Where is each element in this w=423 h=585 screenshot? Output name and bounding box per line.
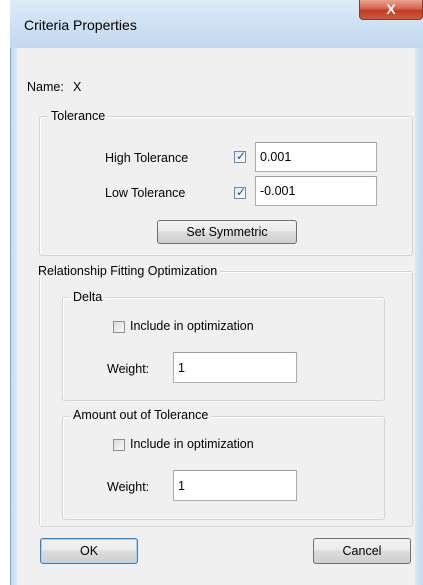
close-icon[interactable]: X xyxy=(386,1,395,17)
cancel-button[interactable]: Cancel xyxy=(313,538,411,564)
low-tolerance-label: Low Tolerance xyxy=(105,186,186,200)
amount-weight-label: Weight: xyxy=(107,480,150,494)
amount-include-label[interactable]: Include in optimization xyxy=(130,437,254,451)
name-value: X xyxy=(73,80,82,94)
delta-include-label[interactable]: Include in optimization xyxy=(130,319,254,333)
amount-weight-input[interactable] xyxy=(173,470,297,501)
low-tolerance-checkbox[interactable] xyxy=(234,185,246,199)
window-title: Criteria Properties xyxy=(24,17,137,33)
low-tolerance-input[interactable] xyxy=(255,176,377,206)
high-tolerance-input[interactable] xyxy=(255,142,377,172)
amount-group xyxy=(62,416,385,520)
high-tolerance-label: High Tolerance xyxy=(105,151,189,165)
window-frame-right xyxy=(415,48,423,585)
delta-include-checkbox[interactable] xyxy=(113,321,125,333)
optimization-legend: Relationship Fitting Optimization xyxy=(35,264,221,278)
amount-include-checkbox[interactable] xyxy=(113,439,125,451)
delta-weight-label: Weight: xyxy=(107,362,150,376)
tolerance-legend: Tolerance xyxy=(48,109,109,123)
window-frame-left xyxy=(10,48,17,585)
close-button[interactable]: X xyxy=(359,0,423,20)
delta-group xyxy=(62,297,385,401)
ok-button[interactable]: OK xyxy=(40,538,138,564)
amount-legend: Amount out of Tolerance xyxy=(70,408,212,422)
delta-legend: Delta xyxy=(70,290,106,304)
high-tolerance-checkbox[interactable] xyxy=(234,149,246,163)
set-symmetric-button[interactable]: Set Symmetric xyxy=(157,220,297,244)
name-label: Name: xyxy=(27,80,64,94)
delta-weight-input[interactable] xyxy=(173,352,297,383)
